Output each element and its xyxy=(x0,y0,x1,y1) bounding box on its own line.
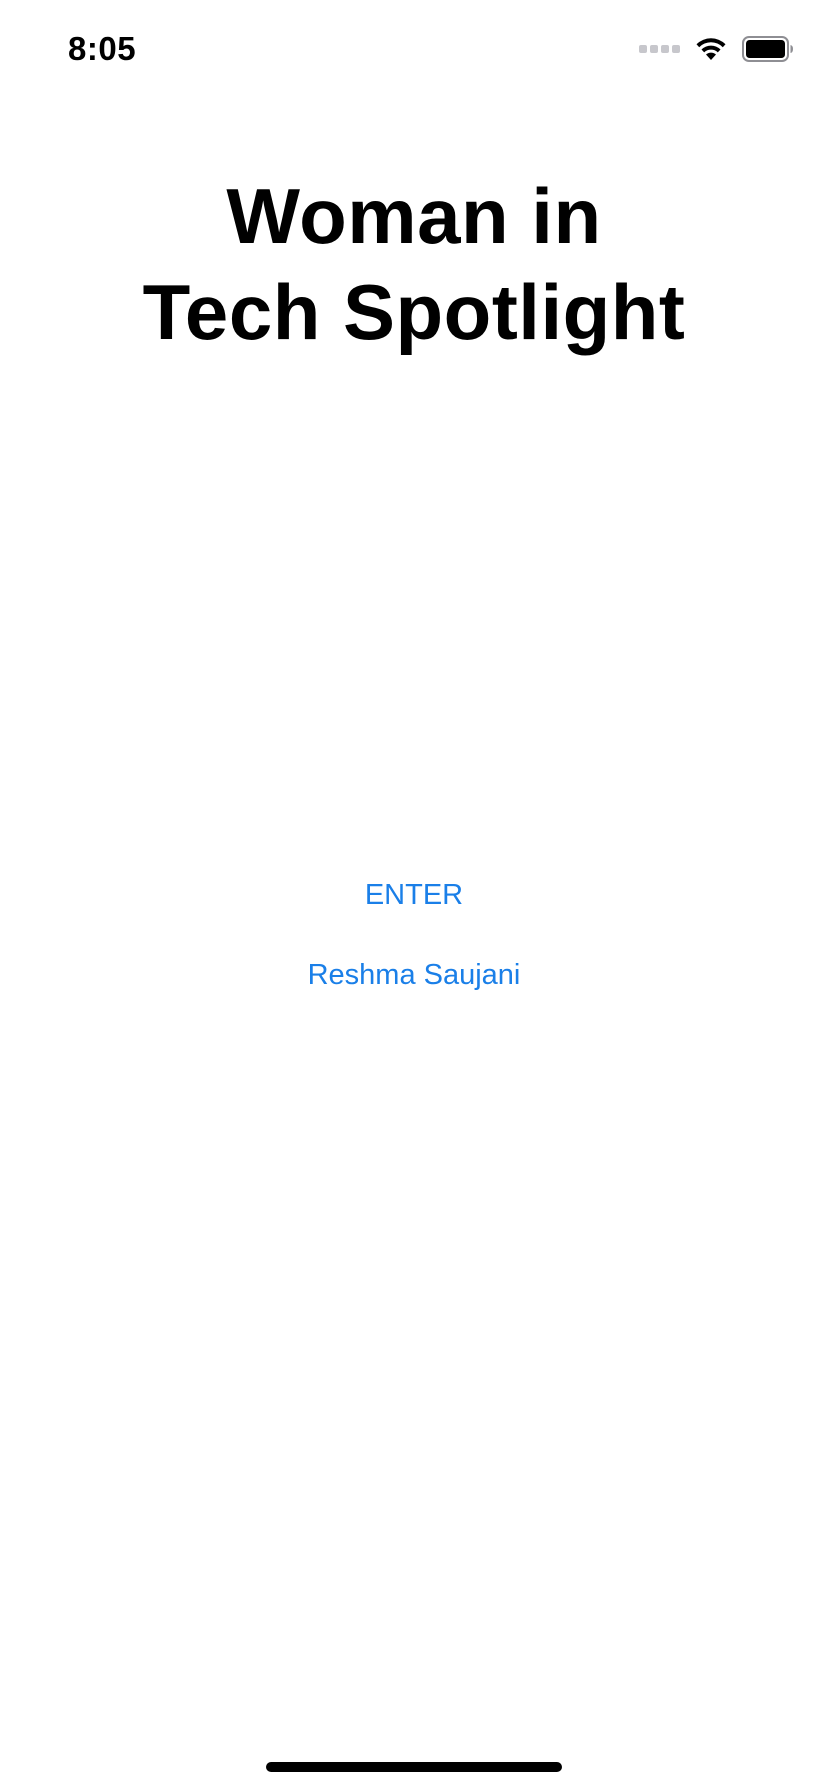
page-title: Woman in Tech Spotlight xyxy=(0,168,828,360)
title-line-2: Tech Spotlight xyxy=(142,268,686,356)
status-time: 8:05 xyxy=(68,30,137,67)
reshma-saujani-button[interactable]: Reshma Saujani xyxy=(0,955,828,995)
enter-button[interactable]: ENTER xyxy=(0,875,828,915)
home-indicator[interactable] xyxy=(266,1762,562,1772)
title-line-1: Woman in xyxy=(226,172,602,260)
status-bar: 8:05 xyxy=(0,0,828,100)
app-screen: 8:05 Woman in Tech Spotlight ENTER Reshm… xyxy=(0,0,828,1792)
battery-icon xyxy=(742,36,794,62)
status-icons xyxy=(639,34,794,64)
signal-icon xyxy=(639,45,680,53)
wifi-icon xyxy=(694,36,728,62)
